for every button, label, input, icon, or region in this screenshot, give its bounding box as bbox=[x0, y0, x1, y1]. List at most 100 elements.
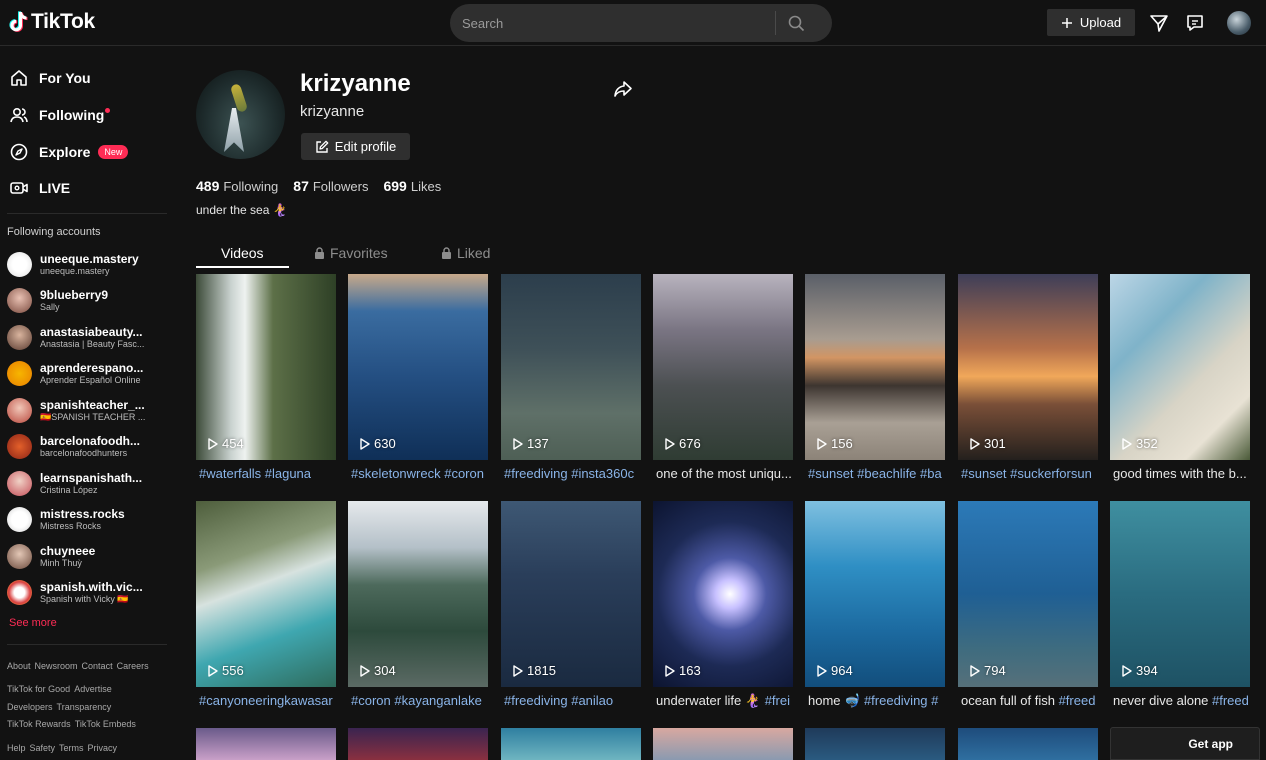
video-caption[interactable]: #freediving #insta360c bbox=[504, 466, 644, 481]
footer-link[interactable]: Newsroom bbox=[35, 661, 78, 671]
caption-hashtags: #freediving #insta360c bbox=[504, 466, 635, 481]
footer-link[interactable]: Terms bbox=[59, 743, 84, 753]
caption-text: ocean full of fish bbox=[961, 693, 1059, 708]
account-item[interactable]: uneeque.mastery uneeque.mastery bbox=[7, 249, 167, 279]
video-tile[interactable] bbox=[196, 728, 336, 760]
video-caption[interactable]: #coron #kayanganlake bbox=[351, 693, 491, 708]
view-count: 304 bbox=[360, 663, 396, 678]
caption-hashtags: #coron #kayanganlake bbox=[351, 693, 482, 708]
see-more-link[interactable]: See more bbox=[9, 617, 57, 629]
video-caption[interactable]: #canyoneeringkawasar bbox=[199, 693, 339, 708]
view-count-value: 394 bbox=[1136, 663, 1158, 678]
profile-avatar[interactable] bbox=[196, 70, 285, 159]
footer-link[interactable]: Privacy bbox=[88, 743, 118, 753]
edit-profile-button[interactable]: Edit profile bbox=[301, 133, 410, 160]
video-tile[interactable]: 630 bbox=[348, 274, 488, 460]
video-tile[interactable]: 163 bbox=[653, 501, 793, 687]
account-item[interactable]: barcelonafoodh... barcelonafoodhunters bbox=[7, 431, 167, 461]
video-caption[interactable]: #waterfalls #laguna bbox=[199, 466, 339, 481]
messages-button[interactable] bbox=[1184, 12, 1206, 34]
video-tile[interactable]: 556 bbox=[196, 501, 336, 687]
user-avatar[interactable] bbox=[1227, 11, 1251, 35]
view-count-value: 630 bbox=[374, 436, 396, 451]
video-caption[interactable]: home 🤿 #freediving # bbox=[808, 693, 948, 709]
video-caption[interactable]: one of the most uniqu... bbox=[656, 466, 796, 481]
video-caption[interactable]: underwater life 🧜‍♀️ #frei bbox=[656, 693, 796, 709]
footer-link[interactable]: Transparency bbox=[57, 702, 112, 712]
account-item[interactable]: spanish.with.vic... Spanish with Vicky 🇪🇸 bbox=[7, 577, 167, 607]
footer-link[interactable]: Developers bbox=[7, 702, 53, 712]
video-tile[interactable]: 301 bbox=[958, 274, 1098, 460]
video-caption[interactable]: #freediving #anilao bbox=[504, 693, 644, 708]
nav-live[interactable]: LIVE bbox=[9, 174, 70, 202]
video-tile[interactable]: 454 bbox=[196, 274, 336, 460]
footer-link[interactable]: Help bbox=[7, 743, 26, 753]
footer-link[interactable]: Safety bbox=[30, 743, 56, 753]
video-tile[interactable]: 304 bbox=[348, 501, 488, 687]
account-item[interactable]: anastasiabeauty... Anastasia | Beauty Fas… bbox=[7, 322, 167, 352]
footer-link[interactable]: Contact bbox=[82, 661, 113, 671]
video-caption[interactable]: #skeletonwreck #coron bbox=[351, 466, 491, 481]
video-tile[interactable]: 394 bbox=[1110, 501, 1250, 687]
video-tile[interactable] bbox=[501, 728, 641, 760]
video-tile[interactable]: 964 bbox=[805, 501, 945, 687]
tab-liked[interactable]: Liked bbox=[441, 238, 490, 268]
video-caption[interactable]: ocean full of fish #freed bbox=[961, 693, 1101, 708]
tiktok-logo[interactable]: TikTok bbox=[8, 10, 95, 34]
video-tile[interactable] bbox=[653, 728, 793, 760]
home-icon bbox=[9, 68, 29, 88]
search-input[interactable] bbox=[450, 15, 775, 31]
video-tile[interactable]: 137 bbox=[501, 274, 641, 460]
nav-for-you[interactable]: For You bbox=[9, 64, 91, 92]
tab-favorites[interactable]: Favorites bbox=[314, 238, 388, 268]
account-item[interactable]: 9blueberry9 Sally bbox=[7, 285, 167, 315]
upload-button[interactable]: Upload bbox=[1047, 9, 1135, 36]
account-item[interactable]: chuyneee Minh Thuỳ bbox=[7, 541, 167, 571]
view-count-value: 304 bbox=[374, 663, 396, 678]
footer-link[interactable]: Advertise bbox=[74, 684, 112, 694]
footer-link[interactable]: TikTok Rewards bbox=[7, 719, 71, 729]
video-tile[interactable]: 352 bbox=[1110, 274, 1250, 460]
view-count-value: 301 bbox=[984, 436, 1006, 451]
account-item[interactable]: spanishteacher_... 🇪🇸SPANISH TEACHER ... bbox=[7, 395, 167, 425]
view-count-value: 137 bbox=[527, 436, 549, 451]
inbox-filter-button[interactable] bbox=[1148, 12, 1170, 34]
video-tile[interactable]: 1815 bbox=[501, 501, 641, 687]
video-tile[interactable] bbox=[805, 728, 945, 760]
footer-link[interactable]: TikTok Embeds bbox=[75, 719, 136, 729]
view-count: 394 bbox=[1122, 663, 1158, 678]
account-item[interactable]: aprenderespano... Aprender Español Online bbox=[7, 358, 167, 388]
video-tile[interactable] bbox=[348, 728, 488, 760]
footer-link[interactable]: TikTok for Good bbox=[7, 684, 70, 694]
nav-explore[interactable]: Explore New bbox=[9, 138, 129, 166]
following-stat[interactable]: 489 Following bbox=[196, 178, 278, 194]
tab-videos[interactable]: Videos bbox=[221, 238, 264, 268]
video-tile[interactable]: 676 bbox=[653, 274, 793, 460]
play-icon bbox=[817, 437, 827, 450]
video-caption[interactable]: never dive alone #freed bbox=[1113, 693, 1253, 708]
account-item[interactable]: learnspanishath... Cristina López bbox=[7, 468, 167, 498]
followers-stat[interactable]: 87 Followers bbox=[293, 178, 368, 194]
video-caption[interactable]: #sunset #suckerforsun bbox=[961, 466, 1101, 481]
share-button[interactable] bbox=[612, 78, 634, 100]
account-item[interactable]: mistress.rocks Mistress Rocks bbox=[7, 504, 167, 534]
view-count: 301 bbox=[970, 436, 1006, 451]
search-bar bbox=[450, 4, 832, 42]
account-username: anastasiabeauty... bbox=[40, 325, 143, 339]
followers-label: Followers bbox=[312, 179, 369, 194]
play-icon bbox=[360, 437, 370, 450]
search-button[interactable] bbox=[776, 4, 816, 42]
tab-label: Liked bbox=[457, 245, 491, 261]
footer-links-row: TikTok Rewards TikTok Embeds bbox=[7, 719, 136, 729]
caption-hashtags: #freediving #anilao bbox=[504, 693, 614, 708]
get-app-button[interactable]: Get app bbox=[1110, 727, 1260, 760]
video-caption[interactable]: #sunset #beachlife #ba bbox=[808, 466, 948, 481]
video-tile[interactable]: 794 bbox=[958, 501, 1098, 687]
video-tile[interactable] bbox=[958, 728, 1098, 760]
footer-link[interactable]: About bbox=[7, 661, 31, 671]
footer-link[interactable]: Careers bbox=[117, 661, 149, 671]
video-tile[interactable]: 156 bbox=[805, 274, 945, 460]
video-caption[interactable]: good times with the b... bbox=[1113, 466, 1253, 481]
likes-label: Likes bbox=[410, 179, 442, 194]
nav-following[interactable]: Following bbox=[9, 101, 111, 129]
